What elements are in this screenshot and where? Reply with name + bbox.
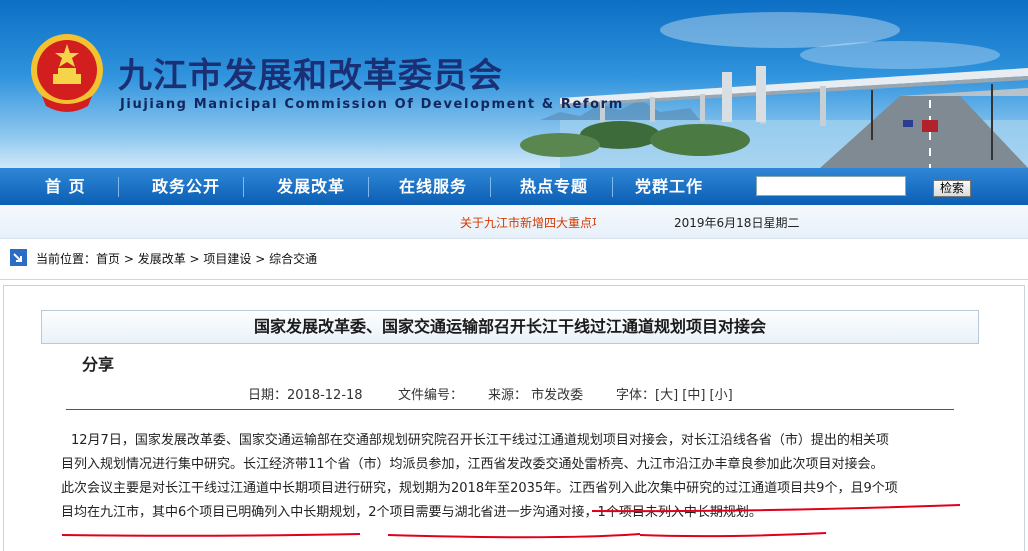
red-underline xyxy=(639,532,827,538)
highlight-underlines xyxy=(61,504,961,539)
red-underline xyxy=(387,533,641,539)
red-underline xyxy=(591,504,961,513)
red-underline xyxy=(61,533,361,537)
